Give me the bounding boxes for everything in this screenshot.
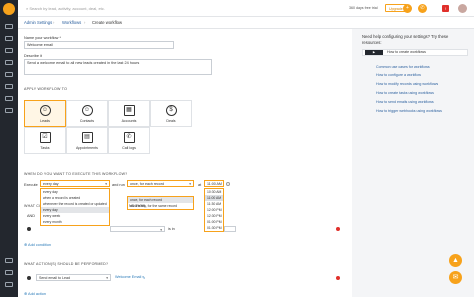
apply-heading: APPLY WORKFLOW TO [24,87,68,91]
remove-action-icon[interactable] [336,276,340,280]
nav-deals-icon[interactable] [5,60,13,65]
tile-deals[interactable]: $ Deals [150,100,192,127]
breadcrumb-workflows[interactable]: Workflows [62,17,81,29]
breadcrumb-admin-settings[interactable]: Admin Settings [24,17,52,29]
execute-label: Execute [24,183,38,187]
tile-accounts[interactable]: ▦ Accounts [108,100,150,127]
nav-reports-icon[interactable] [5,108,13,113]
chevron-down-icon: ▾ [106,276,108,280]
add-action-link[interactable]: ⊕ Add action [24,291,46,296]
nav-home-icon[interactable] [5,24,13,29]
support-fab[interactable]: ▲ [449,254,462,267]
phone-icon: ✆ [123,132,135,143]
execute-options-menu: every day when a record is created whene… [40,188,110,226]
add-condition-link[interactable]: ⊕ Add condition [24,242,51,247]
help-link[interactable]: How to send emails using workflows [376,100,434,104]
deals-icon: $ [165,105,177,116]
condition-field-select[interactable]: ▾ [110,226,165,232]
at-label: at [198,183,202,187]
left-nav-rail [0,0,18,297]
remove-condition-icon[interactable] [336,227,340,231]
search-input[interactable]: Search by lead, activity, account, deal,… [29,6,105,11]
and-run-label: and run [112,183,125,187]
nav-apps-icon[interactable] [5,282,13,287]
search-icon: ⌕ [26,6,29,11]
chevron-down-icon: ▾ [105,182,107,186]
help-link[interactable]: How to modify records using workflows [376,82,438,86]
workflow-form: Name your workflow * Welcome email Descr… [18,29,352,297]
and-label: AND [27,214,36,218]
time-options-menu: 10:30 AM 11:00 AM 11:30 AM 12:00 PM 12:3… [204,188,224,232]
nav-help-icon[interactable] [5,270,13,275]
what-conditions-heading-tail: NDITION [129,204,146,208]
top-bar: ⌕ Search by lead, activity, account, dea… [18,0,474,17]
tile-tasks[interactable]: ☑ Tasks [24,127,66,154]
name-label: Name your workflow * [24,36,61,40]
calendar-icon: ▤ [81,132,93,143]
tile-appointments[interactable]: ▤ Appointments [66,127,108,154]
time-select[interactable]: 11:00 AM [204,180,224,187]
edit-icon[interactable]: ✎ [142,275,145,280]
nav-tasks-icon[interactable] [5,72,13,77]
help-link[interactable]: How to trigger webhooks using workflows [376,109,442,113]
nav-accounts-icon[interactable] [5,48,13,53]
nav-calendar-icon[interactable] [5,84,13,89]
email-template-link[interactable]: Welcome Email [115,275,141,279]
notifications-icon[interactable]: ! [442,5,449,12]
chevron-right-icon: › [84,20,86,25]
help-link[interactable]: How to create tasks using workflows [376,91,434,95]
nav-settings-icon[interactable] [5,258,13,263]
help-link[interactable]: How to configure a workflow [376,73,421,77]
tile-contacts[interactable]: ☺ Contacts [66,100,108,127]
chevron-down-icon: ▾ [189,182,191,186]
breadcrumb: Admin Settings › Workflows › Create work… [18,17,474,29]
accounts-icon: ▦ [123,105,135,116]
description-label: Describe it [24,54,42,58]
action-select[interactable]: Send email to Lead ▾ [36,274,111,281]
condition-value-select[interactable] [224,226,236,232]
trial-days: 360 days free trial [349,6,378,10]
add-icon[interactable]: + [403,4,412,13]
tile-leads[interactable]: ☺ Leads [24,100,66,127]
help-link[interactable]: Common use cases for workflows [376,65,430,69]
clock-icon [226,181,230,186]
run-select[interactable]: once, for each record ▾ [127,180,194,187]
tile-call-logs[interactable]: ✆ Call logs [108,127,150,154]
help-video-label[interactable]: How to create workflows [387,50,426,55]
chevron-down-icon: ▾ [160,228,162,232]
nav-contacts-icon[interactable] [5,36,13,41]
execute-option[interactable]: every month [41,219,109,225]
help-title: Need help configuring your settings? Try… [362,34,449,45]
when-heading: WHEN DO YOU WANT TO EXECUTE THIS WORKFLO… [24,172,128,176]
chat-fab[interactable]: ✉ [449,271,462,284]
condition-operator: is in [168,227,175,231]
global-search[interactable]: ⌕ Search by lead, activity, account, dea… [26,4,176,13]
info-icon [27,276,31,280]
execute-select[interactable]: every day ▾ [40,180,110,187]
help-video[interactable]: ▶ How to create workflows [362,49,468,56]
tasks-icon: ☑ [39,132,51,143]
play-icon[interactable]: ▶ [365,50,383,55]
description-input[interactable]: Send a welcome email to all new leads cr… [24,59,212,75]
breadcrumb-current: Create workflow [92,20,123,25]
name-input[interactable]: Welcome email [24,41,174,49]
phone-icon[interactable]: ✆ [418,4,427,13]
leads-icon: ☺ [39,105,51,116]
time-option[interactable]: 01:30 PM [205,225,223,231]
chevron-right-icon: › [53,20,55,25]
nav-calls-icon[interactable] [5,96,13,101]
info-icon [27,227,31,231]
avatar[interactable] [458,4,467,13]
contacts-icon: ☺ [81,105,93,116]
actions-heading: WHAT ACTION(S) SHOULD BE PERFORMED? [24,262,109,266]
app-logo[interactable] [3,3,15,15]
